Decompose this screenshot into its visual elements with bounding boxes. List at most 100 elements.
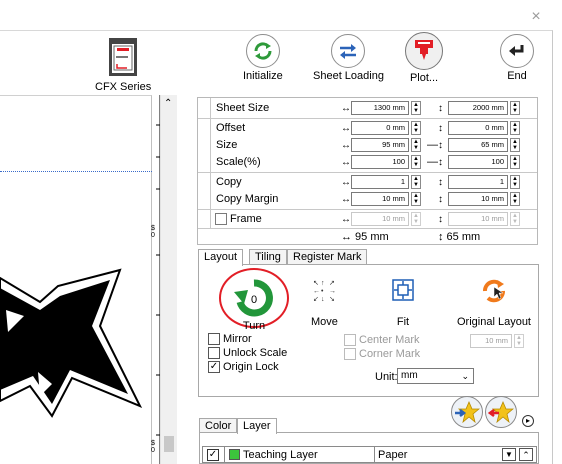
- offset-y-spinner[interactable]: ▲ ▼: [510, 121, 520, 135]
- frame-checkbox[interactable]: [215, 213, 227, 225]
- frame-y-spinner[interactable]: ▲ ▼: [510, 212, 520, 226]
- scroll-up-icon[interactable]: ⌃: [164, 98, 172, 109]
- mirror-option[interactable]: Mirror: [208, 333, 252, 345]
- fit-button[interactable]: Fit: [391, 278, 415, 328]
- end-button[interactable]: End: [500, 34, 534, 82]
- scale-y-spinner[interactable]: ▲ ▼: [510, 155, 520, 169]
- return-arrow-icon: [500, 34, 534, 68]
- frame-y-input[interactable]: 10 mm: [448, 212, 508, 226]
- layer-media: Paper: [378, 448, 408, 461]
- sheet-loading-label: Sheet Loading: [313, 70, 384, 82]
- sheet-size-y-spinner[interactable]: ▲ ▼: [510, 101, 520, 115]
- offset-y-input[interactable]: 0 mm: [448, 121, 508, 135]
- height-arrow-icon: ↕: [438, 156, 443, 168]
- size-y-input[interactable]: 65 mm: [448, 138, 508, 152]
- offset-x-input[interactable]: 0 mm: [351, 121, 409, 135]
- move-button[interactable]: ↖ ↑ ↗ ← • → ↙ ↓ ↘ Move: [311, 278, 338, 328]
- mark-size-spinner[interactable]: ▲ ▼: [514, 334, 524, 348]
- height-arrow-icon: ↕: [438, 176, 443, 188]
- link-dash-icon: —: [427, 139, 438, 151]
- layout-panel: 0 Turn ↖ ↑ ↗ ← • → ↙ ↓ ↘ Move Fit Origin…: [198, 264, 539, 397]
- scale-row: Scale(%) ↔ 100 ▲ ▼ — ↕ 100 ▲ ▼: [198, 153, 537, 171]
- unlock-scale-option[interactable]: Unlock Scale: [208, 347, 287, 359]
- sheet-size-y-input[interactable]: 2000 mm: [448, 101, 508, 115]
- center-mark-option[interactable]: Center Mark: [344, 334, 420, 346]
- unit-select[interactable]: mm ⌄: [397, 368, 474, 384]
- copy-x-input[interactable]: 1: [351, 175, 409, 189]
- favorite-save-button[interactable]: [485, 396, 517, 428]
- width-arrow-icon: ↔: [341, 193, 351, 205]
- original-layout-button[interactable]: Original Layout: [457, 278, 531, 328]
- more-options-icon[interactable]: ▸: [522, 415, 534, 427]
- layer-name: Teaching Layer: [243, 448, 318, 461]
- tab-layer[interactable]: Layer: [237, 418, 277, 434]
- design-preview: [0, 268, 143, 418]
- layer-scroll-up-icon[interactable]: ⌃: [519, 448, 533, 461]
- tab-layout[interactable]: Layout: [198, 249, 244, 266]
- move-arrows-icon: ↖ ↑ ↗ ← • → ↙ ↓ ↘: [313, 280, 336, 303]
- frame-label: Frame: [230, 213, 262, 225]
- canvas-scrollbar[interactable]: ⌃: [160, 95, 177, 464]
- width-arrow-icon: ↔: [341, 139, 351, 151]
- mark-size-input[interactable]: 10 mm: [470, 334, 512, 348]
- corner-mark-checkbox[interactable]: [344, 348, 356, 360]
- preview-canvas[interactable]: [0, 95, 152, 464]
- tab-tiling[interactable]: Tiling: [249, 249, 287, 265]
- move-label: Move: [311, 316, 338, 328]
- mirror-checkbox[interactable]: [208, 333, 220, 345]
- unlock-scale-label: Unlock Scale: [223, 347, 288, 359]
- sheet-size-label: Sheet Size: [216, 102, 270, 114]
- initialize-button[interactable]: Initialize: [243, 34, 283, 82]
- scroll-thumb[interactable]: [164, 436, 174, 452]
- sheet-loading-button[interactable]: Sheet Loading: [313, 34, 384, 82]
- model-selector[interactable]: CFX Series: [95, 35, 151, 93]
- properties-table: Sheet Size ↔ 1300 mm ▲ ▼ ↕ 2000 mm ▲ ▼ Off…: [197, 97, 538, 245]
- origin-lock-checkbox[interactable]: ✓: [208, 361, 220, 373]
- scale-x-input[interactable]: 100: [351, 155, 409, 169]
- corner-mark-option[interactable]: Corner Mark: [344, 348, 420, 360]
- size-x-spinner[interactable]: ▲ ▼: [411, 138, 421, 152]
- plotter-head-icon: [405, 32, 443, 70]
- center-mark-label: Center Mark: [359, 334, 420, 346]
- tab-register-mark[interactable]: Register Mark: [287, 249, 368, 265]
- plot-label: Plot...: [409, 72, 439, 84]
- size-x-input[interactable]: 95 mm: [351, 138, 409, 152]
- copy-margin-y-spinner[interactable]: ▲ ▼: [510, 192, 520, 206]
- copy-x-spinner[interactable]: ▲ ▼: [411, 175, 421, 189]
- copy-margin-x-input[interactable]: 10 mm: [351, 192, 409, 206]
- turn-button[interactable]: 0 Turn: [219, 268, 289, 332]
- scale-y-input[interactable]: 100: [448, 155, 508, 169]
- sheet-size-x-input[interactable]: 1300 mm: [351, 101, 409, 115]
- width-arrow-icon: ↔: [341, 176, 351, 188]
- copy-y-spinner[interactable]: ▲ ▼: [510, 175, 520, 189]
- svg-text:↘: ↘: [329, 296, 335, 303]
- refresh-icon: [245, 34, 280, 68]
- media-dropdown-icon[interactable]: ▼: [502, 448, 516, 461]
- layer-visible-checkbox[interactable]: ✓: [207, 448, 219, 461]
- svg-text:↓: ↓: [321, 296, 325, 303]
- copy-margin-y-input[interactable]: 10 mm: [448, 192, 508, 206]
- corner-mark-label: Corner Mark: [359, 348, 421, 360]
- frame-x-spinner[interactable]: ▲ ▼: [411, 212, 421, 226]
- plot-button[interactable]: Plot...: [405, 32, 443, 84]
- copy-margin-x-spinner[interactable]: ▲ ▼: [411, 192, 421, 206]
- tab-color[interactable]: Color: [199, 418, 238, 433]
- offset-x-spinner[interactable]: ▲ ▼: [411, 121, 421, 135]
- height-arrow-icon: ↕: [438, 193, 443, 205]
- plotter-icon: [109, 38, 138, 76]
- sheet-size-x-spinner[interactable]: ▲ ▼: [411, 101, 421, 115]
- close-icon[interactable]: ×: [527, 8, 545, 26]
- sheet-size-row: Sheet Size ↔ 1300 mm ▲ ▼ ↕ 2000 mm ▲ ▼: [198, 99, 537, 117]
- unlock-scale-checkbox[interactable]: [208, 347, 220, 359]
- size-y-spinner[interactable]: ▲ ▼: [510, 138, 520, 152]
- favorite-apply-button[interactable]: [451, 396, 483, 428]
- fit-label: Fit: [396, 316, 410, 328]
- scale-x-spinner[interactable]: ▲ ▼: [411, 155, 421, 169]
- link-dash-icon: —: [427, 156, 438, 168]
- frame-x-input[interactable]: 10 mm: [351, 212, 409, 226]
- copy-y-input[interactable]: 1: [448, 175, 508, 189]
- center-mark-checkbox[interactable]: [344, 334, 356, 346]
- svg-text:↑: ↑: [321, 280, 325, 287]
- layer-row[interactable]: ✓ Teaching Layer Paper ▼ ⌃: [202, 446, 537, 463]
- origin-lock-option[interactable]: ✓ Origin Lock: [208, 361, 279, 373]
